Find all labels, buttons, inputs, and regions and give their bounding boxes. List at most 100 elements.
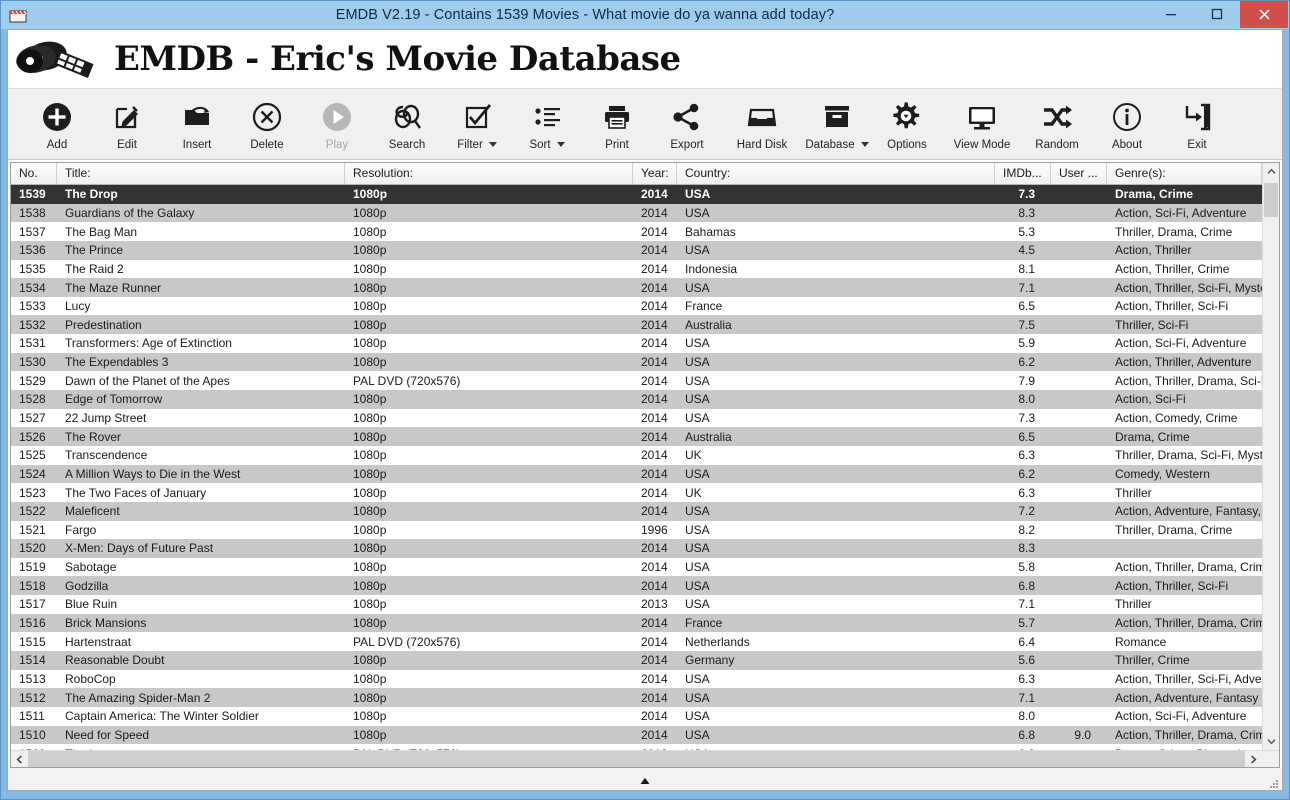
vertical-scroll-track[interactable] <box>1263 180 1279 733</box>
grid-column-header-year[interactable]: Year: <box>633 163 677 184</box>
table-row[interactable]: 1520 X-Men: Days of Future Past 1080p 2014 U… <box>11 539 1262 558</box>
cell-imdb: 5.7 <box>1018 616 1035 631</box>
grid-column-header-title[interactable]: Title: <box>57 163 345 184</box>
toolbar-button-options[interactable]: Options <box>872 89 942 159</box>
toolbar-button-insert[interactable]: Insert <box>162 89 232 159</box>
table-row[interactable]: 1512 The Amazing Spider-Man 2 1080p 2014 USA… <box>11 688 1262 707</box>
cell-country: France <box>685 616 723 631</box>
table-row[interactable]: 1532 Predestination 1080p 2014 Australia 7.5 T… <box>11 315 1262 335</box>
toolbar-button-filter[interactable]: Filter <box>442 89 512 159</box>
cell-year: 2014 <box>641 280 668 295</box>
cell-genres: Drama, Crime <box>1115 187 1194 202</box>
toolbar-button-print[interactable]: Print <box>582 89 652 159</box>
cell-imdb: 7.1 <box>1018 597 1035 612</box>
cell-resolution: 1080p <box>353 541 387 556</box>
table-row[interactable]: 1534 The Maze Runner 1080p 2014 USA 7.1 Action… <box>11 278 1262 297</box>
cell-genres: Thriller <box>1115 597 1152 612</box>
cell-resolution: 1080p <box>353 653 387 668</box>
collapse-arrow-icon[interactable] <box>640 772 651 790</box>
table-row[interactable]: 1514 Reasonable Doubt 1080p 2014 Germany 5.6 T… <box>11 651 1262 670</box>
horizontal-scrollbar[interactable] <box>11 750 1279 767</box>
table-row[interactable]: 1537 The Bag Man 1080p 2014 Bahamas 5.3 Thrill… <box>11 222 1262 241</box>
cell-no: 1516 <box>19 616 46 631</box>
app-banner: EMDB - Eric's Movie Database <box>8 30 1282 88</box>
toolbar-button-add[interactable]: Add <box>22 89 92 159</box>
table-row[interactable]: 1535 The Raid 2 1080p 2014 Indonesia 8.1 Actio… <box>11 259 1262 279</box>
horizontal-scroll-thumb[interactable] <box>28 751 808 767</box>
cell-resolution: 1080p <box>353 727 387 742</box>
scroll-left-arrow[interactable] <box>11 751 28 767</box>
resize-grip[interactable] <box>1268 777 1280 789</box>
table-row[interactable]: 1530 The Expendables 3 1080p 2014 USA 6.2 Acti… <box>11 352 1262 372</box>
toolbar-button-label: Export <box>670 139 704 151</box>
table-row[interactable]: 1516 Brick Mansions 1080p 2014 France 5.7 Acti… <box>11 613 1262 633</box>
toolbar-button-edit[interactable]: Edit <box>92 89 162 159</box>
cell-no: 1535 <box>19 261 46 276</box>
table-row[interactable]: 1510 Need for Speed 1080p 2014 USA 6.8 9.0 Acti… <box>11 725 1262 745</box>
toolbar-button-about[interactable]: About <box>1092 89 1162 159</box>
table-row[interactable]: 1538 Guardians of the Galaxy 1080p 2014 USA 8… <box>11 203 1262 223</box>
vertical-scroll-thumb[interactable] <box>1264 183 1278 217</box>
cell-imdb: 8.3 <box>1018 541 1035 556</box>
toolbar-button-export[interactable]: Export <box>652 89 722 159</box>
cell-imdb: 8.0 <box>1018 392 1035 407</box>
scroll-down-arrow[interactable] <box>1263 733 1279 750</box>
grid-column-header-genres[interactable]: Genre(s): <box>1107 163 1262 184</box>
cell-year: 2014 <box>641 653 668 668</box>
grid-column-header-imdb[interactable]: IMDb... <box>995 163 1051 184</box>
toolbar-button-sort[interactable]: Sort <box>512 89 582 159</box>
toolbar-button-random[interactable]: Random <box>1022 89 1092 159</box>
grid-column-header-resolution[interactable]: Resolution: <box>345 163 633 184</box>
table-row[interactable]: 1515 Hartenstraat PAL DVD (720x576) 2014 Net… <box>11 632 1262 652</box>
cell-resolution: PAL DVD (720x576) <box>353 373 461 388</box>
chevron-down-icon[interactable] <box>488 141 497 147</box>
toolbar-button-exit[interactable]: Exit <box>1162 89 1232 159</box>
cell-year: 2014 <box>641 411 668 425</box>
cell-imdb: 5.6 <box>1018 653 1035 668</box>
toolbar-button-view-mode[interactable]: View Mode <box>942 89 1022 159</box>
cell-no: 1531 <box>19 336 46 351</box>
grid-column-header-user[interactable]: User ... <box>1051 163 1107 184</box>
toolbar-button-delete[interactable]: Delete <box>232 89 302 159</box>
maximize-button[interactable] <box>1194 1 1240 27</box>
table-row[interactable]: 1529 Dawn of the Planet of the Apes PAL DV… <box>11 371 1262 391</box>
scroll-right-arrow[interactable] <box>1245 751 1262 767</box>
chevron-down-icon[interactable] <box>860 141 869 147</box>
cell-genres: Action, Thriller <box>1115 243 1192 258</box>
table-row[interactable]: 1513 RoboCop 1080p 2014 USA 6.3 Action, Thrill… <box>11 669 1262 689</box>
table-row[interactable]: 1527 22 Jump Street 1080p 2014 USA 7.3 Action,… <box>11 408 1262 428</box>
grid-column-header-no[interactable]: No. <box>11 163 57 184</box>
toolbar-button-hard-disk[interactable]: Hard Disk <box>722 89 802 159</box>
table-row[interactable]: 1533 Lucy 1080p 2014 France 6.5 Action, Thrill… <box>11 296 1262 316</box>
table-row[interactable]: 1536 The Prince 1080p 2014 USA 4.5 Action, Thr… <box>11 240 1262 260</box>
toolbar-button-label: Sort <box>529 139 551 151</box>
application-window: EMDB V2.19 - Contains 1539 Movies - What… <box>0 0 1290 800</box>
table-row[interactable]: 1531 Transformers: Age of Extinction 1080p… <box>11 334 1262 353</box>
cell-resolution: 1080p <box>353 709 387 724</box>
close-button[interactable] <box>1240 1 1288 28</box>
cell-imdb: 7.3 <box>1018 187 1035 202</box>
table-row[interactable]: 1522 Maleficent 1080p 2014 USA 7.2 Action, Adv… <box>11 501 1262 521</box>
grid-column-header-country[interactable]: Country: <box>677 163 995 184</box>
table-row[interactable]: 1528 Edge of Tomorrow 1080p 2014 USA 8.0 Actio… <box>11 390 1262 409</box>
table-row[interactable]: 1517 Blue Ruin 1080p 2013 USA 7.1 Thriller <box>11 595 1262 614</box>
cell-year: 2014 <box>641 578 668 593</box>
cell-genres: Thriller, Drama, Crime <box>1115 224 1233 239</box>
cell-title: The Maze Runner <box>65 280 162 295</box>
scroll-up-arrow[interactable] <box>1263 163 1279 180</box>
table-row[interactable]: 1518 Godzilla 1080p 2014 USA 6.8 Action, Thril… <box>11 576 1262 596</box>
table-row[interactable]: 1523 The Two Faces of January 1080p 2014 UK 6… <box>11 483 1262 502</box>
table-row[interactable]: 1525 Transcendence 1080p 2014 UK 6.3 Thriller,… <box>11 445 1262 465</box>
minimize-button[interactable] <box>1148 1 1194 27</box>
toolbar-button-database[interactable]: Database <box>802 89 872 159</box>
horizontal-scroll-track[interactable] <box>28 751 1245 767</box>
table-row[interactable]: 1524 A Million Ways to Die in the West 108… <box>11 464 1262 484</box>
vertical-scrollbar[interactable] <box>1262 163 1279 750</box>
chevron-down-icon[interactable] <box>556 141 565 147</box>
table-row[interactable]: 1539 The Drop 1080p 2014 USA 7.3 Drama, Crime <box>11 185 1262 204</box>
table-row[interactable]: 1511 Captain America: The Winter Soldier 1… <box>11 706 1262 726</box>
toolbar-button-search[interactable]: Search <box>372 89 442 159</box>
table-row[interactable]: 1519 Sabotage 1080p 2014 USA 5.8 Action, Thril… <box>11 557 1262 577</box>
table-row[interactable]: 1521 Fargo 1080p 1996 USA 8.2 Thriller, Drama,… <box>11 520 1262 540</box>
table-row[interactable]: 1526 The Rover 1080p 2014 Australia 6.5 Drama,… <box>11 427 1262 446</box>
